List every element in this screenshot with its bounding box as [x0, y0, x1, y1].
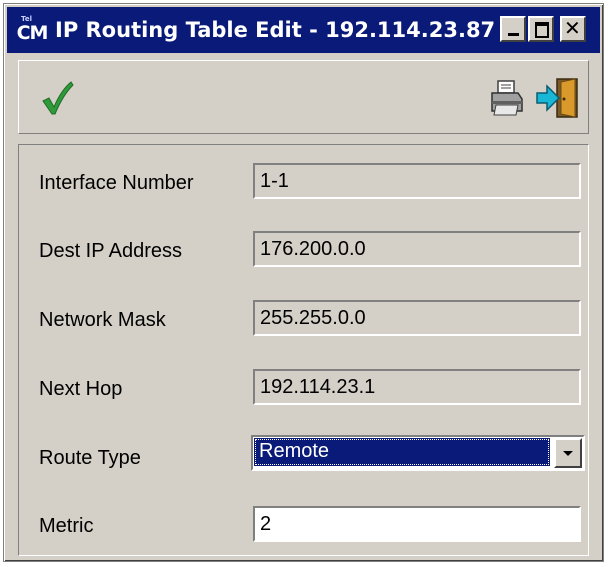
- dialog-window: Tel CM IP Routing Table Edit - 192.114.2…: [3, 3, 604, 562]
- metric-input[interactable]: 2: [253, 506, 581, 542]
- minimize-button[interactable]: [500, 16, 526, 42]
- maximize-button[interactable]: [528, 16, 554, 42]
- metric-label: Metric: [39, 515, 94, 537]
- interface-number-field: 1-1: [253, 163, 581, 199]
- network-mask-field: 255.255.0.0: [253, 300, 581, 336]
- exit-button[interactable]: [535, 77, 581, 119]
- app-icon-mini-label: Tel: [21, 15, 32, 23]
- exit-door-icon: [536, 78, 578, 118]
- route-type-selected-value[interactable]: Remote: [254, 438, 550, 466]
- title-bar[interactable]: Tel CM IP Routing Table Edit - 192.114.2…: [7, 7, 600, 53]
- app-icon[interactable]: Tel CM: [15, 15, 49, 47]
- dest-ip-label: Dest IP Address: [39, 240, 183, 262]
- window-title: IP Routing Table Edit - 192.114.23.87: [55, 18, 496, 42]
- app-icon-label: CM: [16, 22, 49, 44]
- print-button[interactable]: [486, 77, 528, 119]
- dest-ip-field: 176.200.0.0: [253, 231, 581, 267]
- checkmark-icon: [42, 81, 74, 115]
- minimize-icon: [508, 33, 519, 36]
- interface-number-label: Interface Number: [39, 172, 194, 194]
- route-type-dropdown-button[interactable]: [554, 438, 582, 468]
- next-hop-field: 192.114.23.1: [253, 369, 581, 405]
- route-type-label: Route Type: [39, 447, 141, 469]
- close-button[interactable]: ✕: [560, 16, 586, 42]
- form-panel: Interface Number 1-1 Dest IP Address 176…: [18, 144, 589, 556]
- network-mask-label: Network Mask: [39, 309, 166, 331]
- close-icon: ✕: [564, 16, 581, 40]
- toolbar: [18, 60, 589, 134]
- maximize-icon: [535, 22, 549, 38]
- printer-icon: [491, 80, 523, 116]
- ok-button[interactable]: [37, 77, 77, 119]
- next-hop-label: Next Hop: [39, 378, 123, 400]
- chevron-down-icon: [563, 451, 573, 456]
- route-type-select[interactable]: Remote: [251, 435, 585, 471]
